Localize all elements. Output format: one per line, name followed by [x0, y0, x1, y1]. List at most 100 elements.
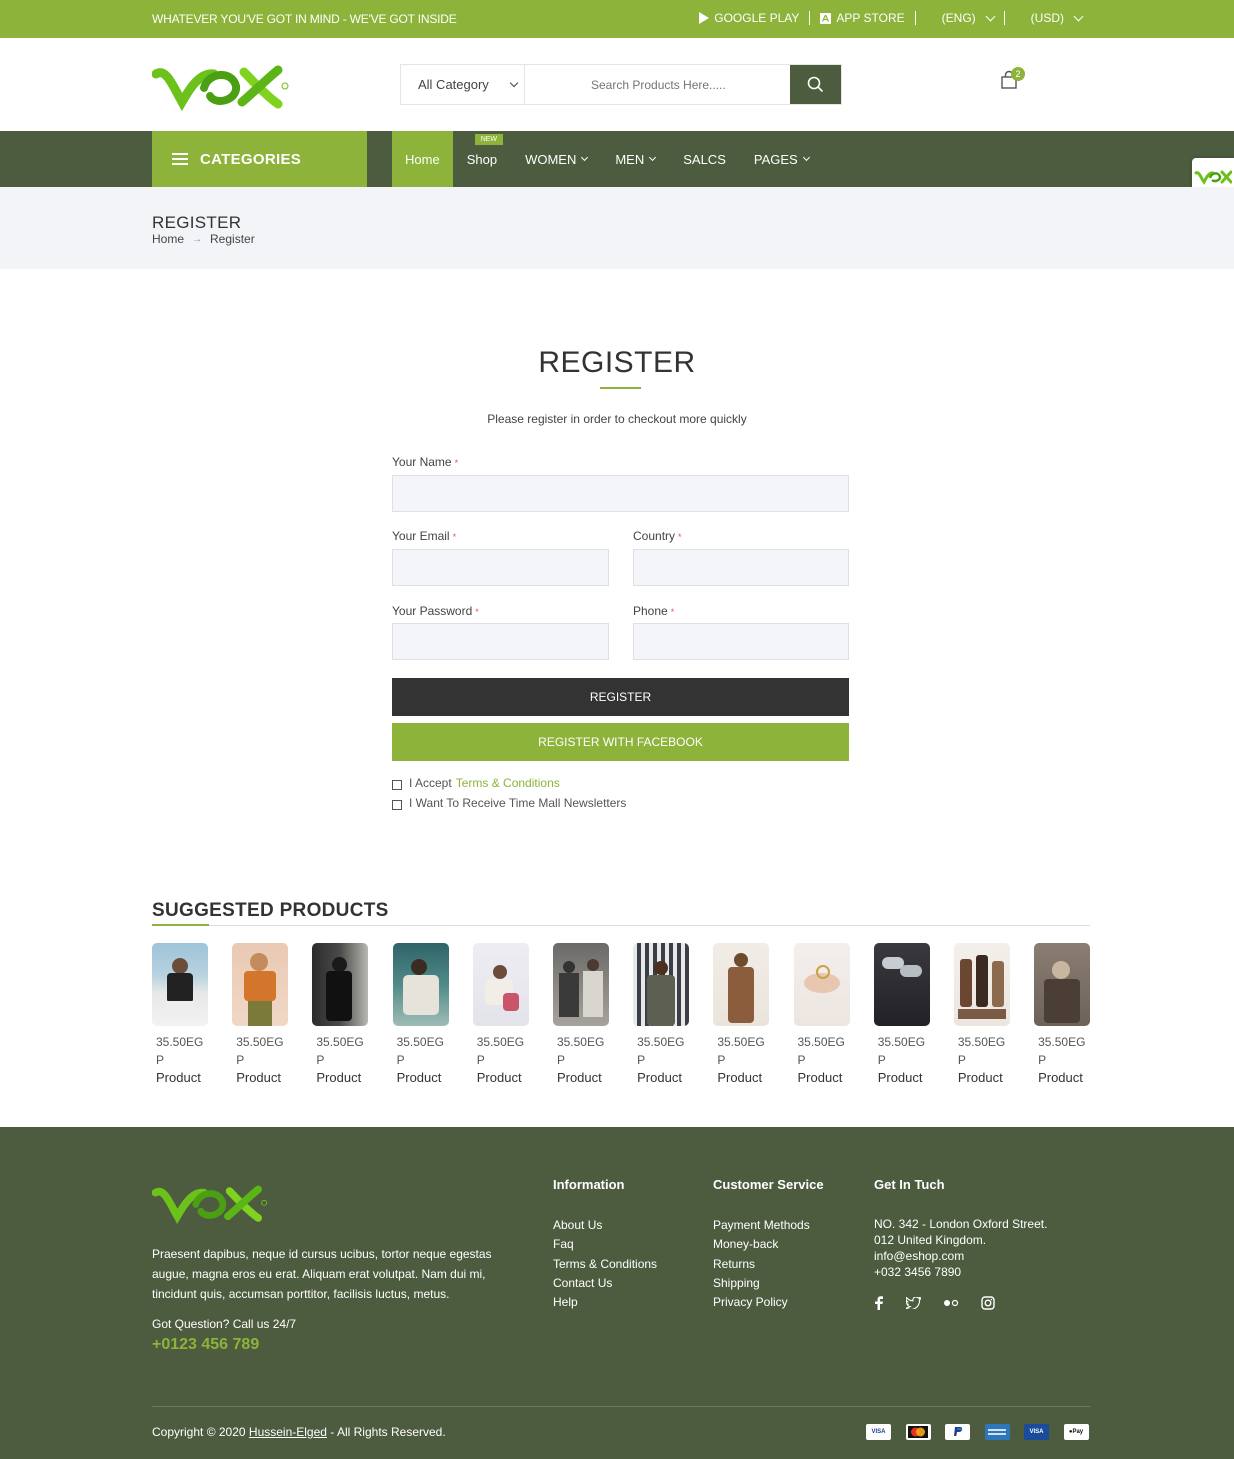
product-image[interactable] [633, 943, 690, 1026]
product-name[interactable]: Product [312, 1070, 368, 1085]
footer-link[interactable]: Shipping [713, 1274, 824, 1293]
footer-link[interactable]: Terms & Conditions [553, 1255, 657, 1274]
product-image[interactable] [953, 943, 1010, 1026]
product-card[interactable]: 35.50EGP Product [392, 943, 449, 1085]
google-play-link[interactable]: GOOGLE PLAY [688, 11, 809, 25]
nav-item-women[interactable]: WOMEN [511, 131, 601, 187]
product-card[interactable]: 35.50EGP Product [793, 943, 850, 1085]
product-name[interactable]: Product [393, 1070, 449, 1085]
footer-link[interactable]: Payment Methods [713, 1216, 824, 1235]
category-select-label: All Category [418, 77, 489, 92]
category-select[interactable]: All Category [401, 65, 525, 104]
product-card[interactable]: 35.50EGP Product [472, 943, 529, 1085]
footer-link[interactable]: About Us [553, 1216, 657, 1235]
site-logo[interactable] [151, 58, 292, 112]
app-store-link[interactable]: APP STORE [810, 11, 914, 25]
breadcrumb-home[interactable]: Home [152, 232, 184, 246]
payment-methods: VISA VISA ●Pay [866, 1424, 1089, 1440]
product-name[interactable]: Product [553, 1070, 609, 1085]
product-image[interactable] [312, 943, 369, 1026]
product-card[interactable]: 35.50EGP Product [152, 943, 208, 1085]
search-icon [807, 76, 824, 93]
product-card[interactable]: 35.50EGP Product [633, 943, 690, 1085]
product-image[interactable] [552, 943, 609, 1026]
footer-customer-service: Customer Service Payment Methods Money-b… [713, 1177, 824, 1312]
cart-count-badge: 2 [1011, 67, 1025, 81]
footer: Praesent dapibus, neque id cursus ucibus… [0, 1127, 1234, 1459]
product-name[interactable]: Product [152, 1070, 208, 1085]
product-image[interactable] [873, 943, 930, 1026]
mastercard-icon [905, 1424, 931, 1440]
section-accent [152, 924, 209, 926]
language-select[interactable]: (ENG) [916, 11, 1004, 25]
nav-item-pages[interactable]: PAGES [740, 131, 823, 187]
product-card[interactable]: 35.50EGP Product [953, 943, 1010, 1085]
phone-field[interactable] [633, 623, 849, 660]
nav-item-salcs[interactable]: SALCS [669, 131, 740, 187]
footer-link[interactable]: Contact Us [553, 1274, 657, 1293]
product-name[interactable]: Product [874, 1070, 930, 1085]
facebook-icon[interactable] [874, 1296, 884, 1310]
newsletter-checkbox[interactable] [392, 800, 402, 810]
footer-link[interactable]: Faq [553, 1235, 657, 1254]
accept-terms-checkbox[interactable] [392, 780, 402, 790]
top-bar: WHATEVER YOU'VE GOT IN MIND - WE'VE GOT … [0, 0, 1234, 38]
product-name[interactable]: Product [713, 1070, 769, 1085]
visa-icon: VISA [866, 1424, 891, 1440]
product-name[interactable]: Product [633, 1070, 689, 1085]
flickr-icon[interactable] [943, 1299, 959, 1307]
copyright-author-link[interactable]: Hussein-Elged [249, 1425, 327, 1439]
password-label: Your Password * [392, 604, 479, 618]
form-subtitle: Please register in order to checkout mor… [487, 412, 747, 426]
product-image[interactable] [793, 943, 850, 1026]
chevron-down-icon [1073, 11, 1084, 21]
nav-item-home[interactable]: Home [392, 131, 453, 187]
footer-link[interactable]: Help [553, 1293, 657, 1312]
nav-item-shop[interactable]: NEW Shop [453, 131, 511, 187]
search-button[interactable] [790, 65, 841, 104]
product-card[interactable]: 35.50EGP Product [713, 943, 770, 1085]
product-name[interactable]: Product [794, 1070, 850, 1085]
footer-link[interactable]: Returns [713, 1255, 824, 1274]
footer-logo[interactable] [151, 1179, 270, 1225]
categories-button[interactable]: CATEGORIES [152, 131, 367, 187]
product-image[interactable] [152, 943, 208, 1026]
register-button[interactable]: REGISTER [392, 678, 849, 716]
cart-button[interactable]: 2 [1000, 67, 1025, 92]
contact-email[interactable]: info@eshop.com [874, 1248, 1047, 1264]
password-field[interactable] [392, 623, 609, 660]
twitter-icon[interactable] [906, 1297, 921, 1309]
product-card[interactable]: 35.50EGP Product [1034, 943, 1091, 1085]
product-image[interactable] [1034, 943, 1091, 1026]
product-image[interactable] [472, 943, 529, 1026]
product-card[interactable]: 35.50EGP Product [312, 943, 369, 1085]
password-label-text: Your Password [392, 604, 473, 618]
product-name[interactable]: Product [1034, 1070, 1090, 1085]
country-field[interactable] [633, 549, 849, 586]
product-name[interactable]: Product [473, 1070, 529, 1085]
nav-item-label: Home [405, 151, 440, 167]
search-input[interactable] [525, 65, 790, 104]
product-image[interactable] [232, 943, 289, 1026]
nav-item-men[interactable]: MEN [601, 131, 669, 187]
name-field[interactable] [392, 475, 849, 512]
phone-label-text: Phone [633, 604, 668, 618]
instagram-icon[interactable] [981, 1296, 995, 1310]
product-card[interactable]: 35.50EGP Product [873, 943, 930, 1085]
footer-phone[interactable]: +0123 456 789 [152, 1336, 259, 1354]
contact-phone[interactable]: +032 3456 7890 [874, 1264, 1047, 1280]
footer-link[interactable]: Money-back [713, 1235, 824, 1254]
product-image[interactable] [392, 943, 449, 1026]
email-field[interactable] [392, 549, 609, 586]
product-card[interactable]: 35.50EGP Product [232, 943, 289, 1085]
newsletter-row: I Want To Receive Time Mall Newsletters [392, 796, 626, 810]
currency-select[interactable]: (USD) [1005, 11, 1092, 25]
product-image[interactable] [713, 943, 770, 1026]
footer-link[interactable]: Privacy Policy [713, 1293, 824, 1312]
register-facebook-button[interactable]: REGISTER WITH FACEBOOK [392, 723, 849, 761]
product-name[interactable]: Product [954, 1070, 1010, 1085]
product-card[interactable]: 35.50EGP Product [552, 943, 609, 1085]
terms-link[interactable]: Terms & Conditions [456, 776, 560, 790]
nav-item-label: MEN [615, 151, 645, 167]
product-name[interactable]: Product [232, 1070, 288, 1085]
